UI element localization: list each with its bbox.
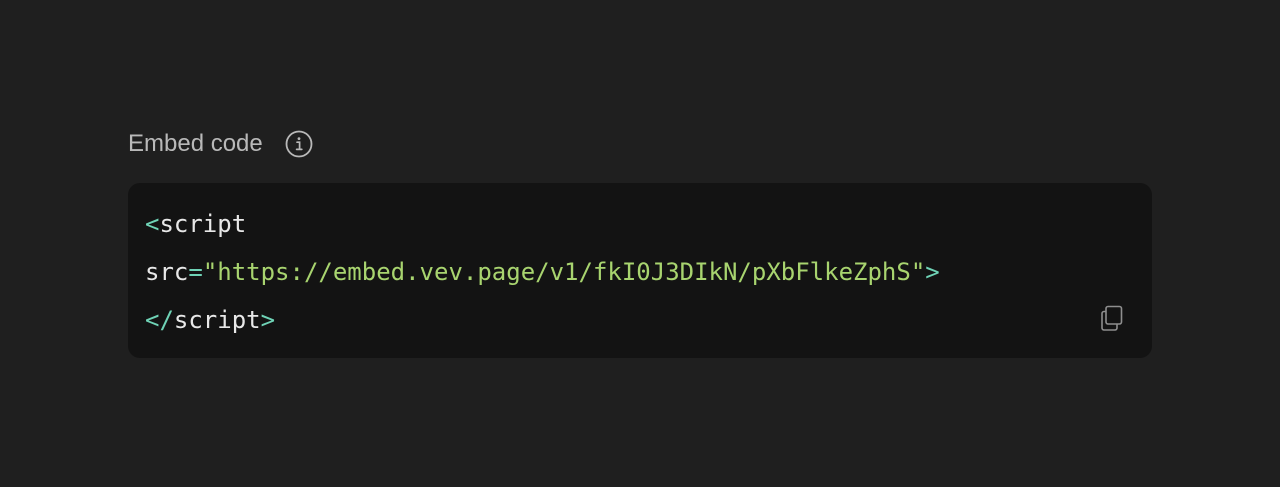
embed-code-section: Embed code <script src="https://embed.ve… <box>128 126 1152 358</box>
embed-code-block[interactable]: <script src="https://embed.vev.page/v1/f… <box>128 183 1152 358</box>
code-tag-name: script <box>159 210 247 238</box>
code-tag-open: < <box>145 210 160 238</box>
info-icon[interactable] <box>285 130 313 158</box>
code-tag-close-bracket: > <box>925 258 940 286</box>
embed-code-header: Embed code <box>128 126 1152 162</box>
embed-code-label: Embed code <box>128 130 263 157</box>
embed-code-text: <script src="https://embed.vev.page/v1/f… <box>145 200 940 344</box>
code-attr-name: src <box>145 258 189 286</box>
code-closing-tag-name: script <box>173 306 261 334</box>
code-attr-equals: = <box>188 258 203 286</box>
code-closing-tag-close: > <box>260 306 276 334</box>
code-attr-value: "https://embed.vev.page/v1/fkI0J3DIkN/pX… <box>202 258 926 286</box>
code-closing-tag-open: </ <box>145 306 174 334</box>
copy-icon[interactable] <box>1096 302 1128 334</box>
